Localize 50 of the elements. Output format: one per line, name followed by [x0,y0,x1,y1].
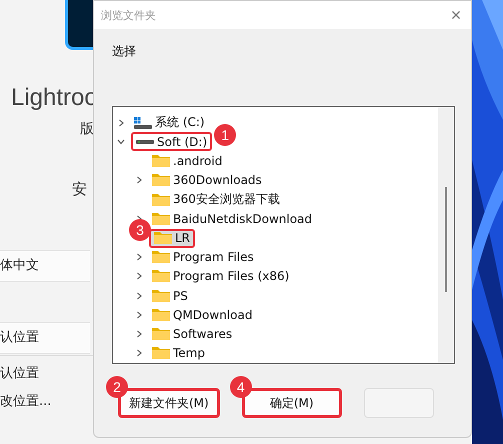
section-heading: 安 [72,180,87,199]
dialog-button[interactable]: 新建文件夹(M) [118,388,220,418]
expand-chevron-icon[interactable] [135,310,143,319]
tree-item[interactable]: PS [149,286,191,306]
folder-icon [152,347,170,360]
expand-chevron-icon[interactable] [135,253,143,262]
drive-icon [136,140,154,144]
step-badge: 4 [230,376,252,398]
select-field[interactable]: 体中文 [0,250,90,282]
expand-chevron-icon[interactable] [135,176,143,184]
folder-icon [152,251,170,264]
drive-icon [134,116,152,129]
expand-chevron-icon[interactable] [117,118,125,127]
tree-item[interactable]: Program Files (x86) [149,266,292,286]
step-badge: 3 [129,219,151,242]
folder-icon [152,270,170,282]
tree-item[interactable]: QMDownload [149,305,256,324]
tree-item[interactable]: Program Files [149,248,257,267]
tree-item[interactable]: Temp [149,344,208,363]
step-badge: 2 [106,376,128,398]
tree-item[interactable]: .android [149,152,226,171]
expand-chevron-icon[interactable] [135,292,143,300]
version-label: 版 [80,120,94,138]
folder-icon [152,155,170,168]
folder-icon [152,308,170,321]
collapse-chevron-icon[interactable] [117,138,125,146]
location-link[interactable]: 认位置 [0,364,95,382]
expand-chevron-icon[interactable] [135,349,143,358]
tree-item[interactable]: 360Downloads [149,170,265,190]
expand-chevron-icon[interactable] [135,330,143,338]
window-title: 浏览文件夹 [101,8,156,22]
tree-item[interactable]: BaiduNetdiskDownload [149,209,316,228]
prompt-label: 选择 [112,43,136,60]
folder-icon [152,194,170,206]
folder-icon [152,174,170,186]
step-badge: 1 [214,124,236,146]
folder-icon [152,290,170,302]
close-button[interactable]: × [441,1,471,29]
expand-chevron-icon[interactable] [135,272,143,280]
tree-item[interactable]: 360安全浏览器下载 [149,190,283,210]
folder-icon [152,212,170,225]
select-field[interactable]: 认位置 [0,322,90,354]
scrollbar[interactable] [438,107,454,363]
folder-icon [154,232,172,244]
folder-icon [152,328,170,340]
tree-item[interactable]: 系统 (C:) [131,113,208,132]
tree-item[interactable]: Soft (D:) [131,132,212,152]
location-link[interactable]: 改位置... [0,392,95,410]
tree-item[interactable]: LR [149,228,196,248]
tree-item[interactable]: Softwares [149,324,236,344]
